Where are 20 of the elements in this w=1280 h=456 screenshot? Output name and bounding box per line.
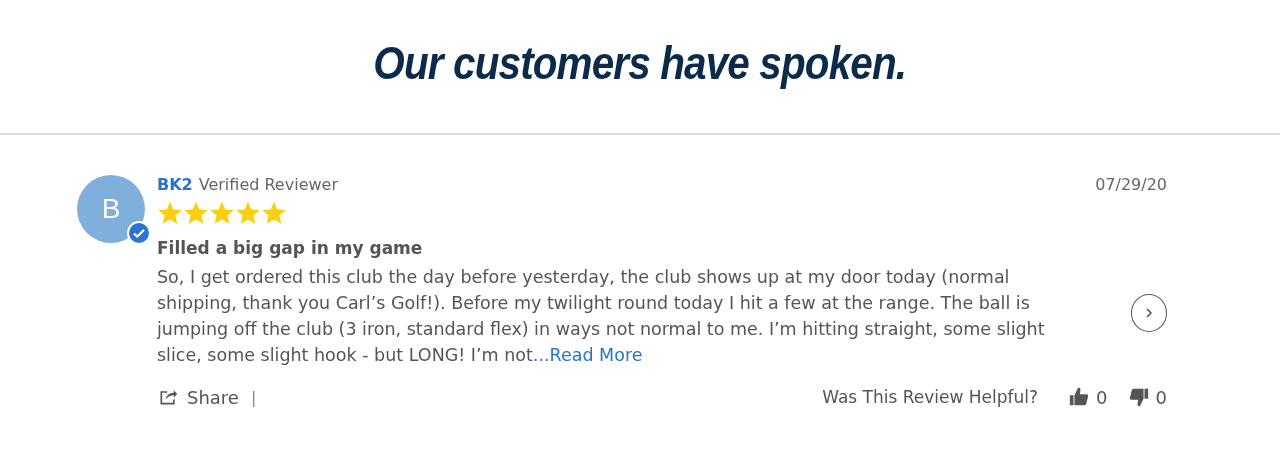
review-text: So, I get ordered this club the day before yesterday, the club shows up at my door today (normal shipping, thank you Carl’s Golf!). Before my twilight round today I hit a few at the range. The ball is jumping off the club (3 iron, standard flex) in ways not normal to me. I’m hitting straight, some slight slice, some slight hook - but LONG! I’m not...Read More bbox=[157, 266, 1046, 367]
thumbs-down-icon bbox=[1127, 386, 1150, 408]
star-icon bbox=[209, 200, 235, 226]
share-link[interactable]: Share bbox=[157, 386, 239, 408]
separator-text: | bbox=[250, 387, 257, 407]
reviewer-name: BK2 bbox=[157, 175, 193, 194]
star-icon bbox=[157, 200, 183, 226]
thumbs-up-button[interactable]: 0 bbox=[1068, 386, 1108, 408]
next-button[interactable] bbox=[1130, 294, 1167, 332]
review-date: 07/29/20 bbox=[1095, 175, 1167, 194]
thumbs-down-button[interactable]: 0 bbox=[1127, 386, 1167, 408]
star-icon bbox=[183, 200, 209, 226]
star-icon bbox=[261, 200, 287, 226]
reviewer-status: Verified Reviewer bbox=[198, 175, 338, 194]
helpful-prompt: Was This Review Helpful? bbox=[822, 387, 1039, 407]
review-title: Filled a big gap in my game bbox=[157, 238, 424, 258]
thumbs-up-icon bbox=[1068, 386, 1091, 408]
star-icon bbox=[235, 200, 261, 226]
read-more-link[interactable]: ...Read More bbox=[532, 345, 643, 365]
page-heading: Our customers have spoken. bbox=[373, 35, 907, 90]
